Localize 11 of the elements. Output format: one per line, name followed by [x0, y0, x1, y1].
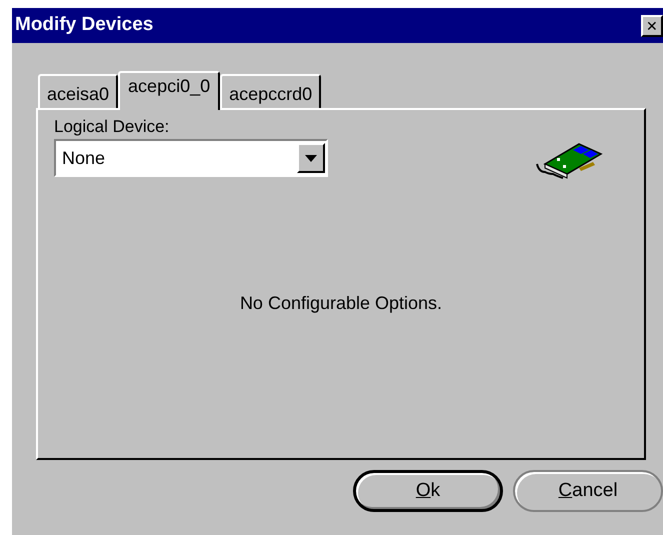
close-button[interactable]: ✕	[641, 14, 663, 36]
logical-device-dropdown[interactable]: None	[54, 139, 328, 178]
dropdown-value: None	[61, 146, 106, 170]
status-message: No Configurable Options.	[238, 292, 444, 315]
tab[interactable]: acepccrd0	[220, 74, 322, 108]
tab[interactable]: acepci0_0	[118, 71, 220, 110]
logical-device-label: Logical Device:	[54, 116, 170, 138]
tab[interactable]: aceisa0	[38, 74, 118, 108]
window-title: Modify Devices	[15, 13, 154, 38]
cancel-button[interactable]: Cancel	[513, 470, 663, 512]
ok-button[interactable]: Ok	[353, 470, 503, 512]
